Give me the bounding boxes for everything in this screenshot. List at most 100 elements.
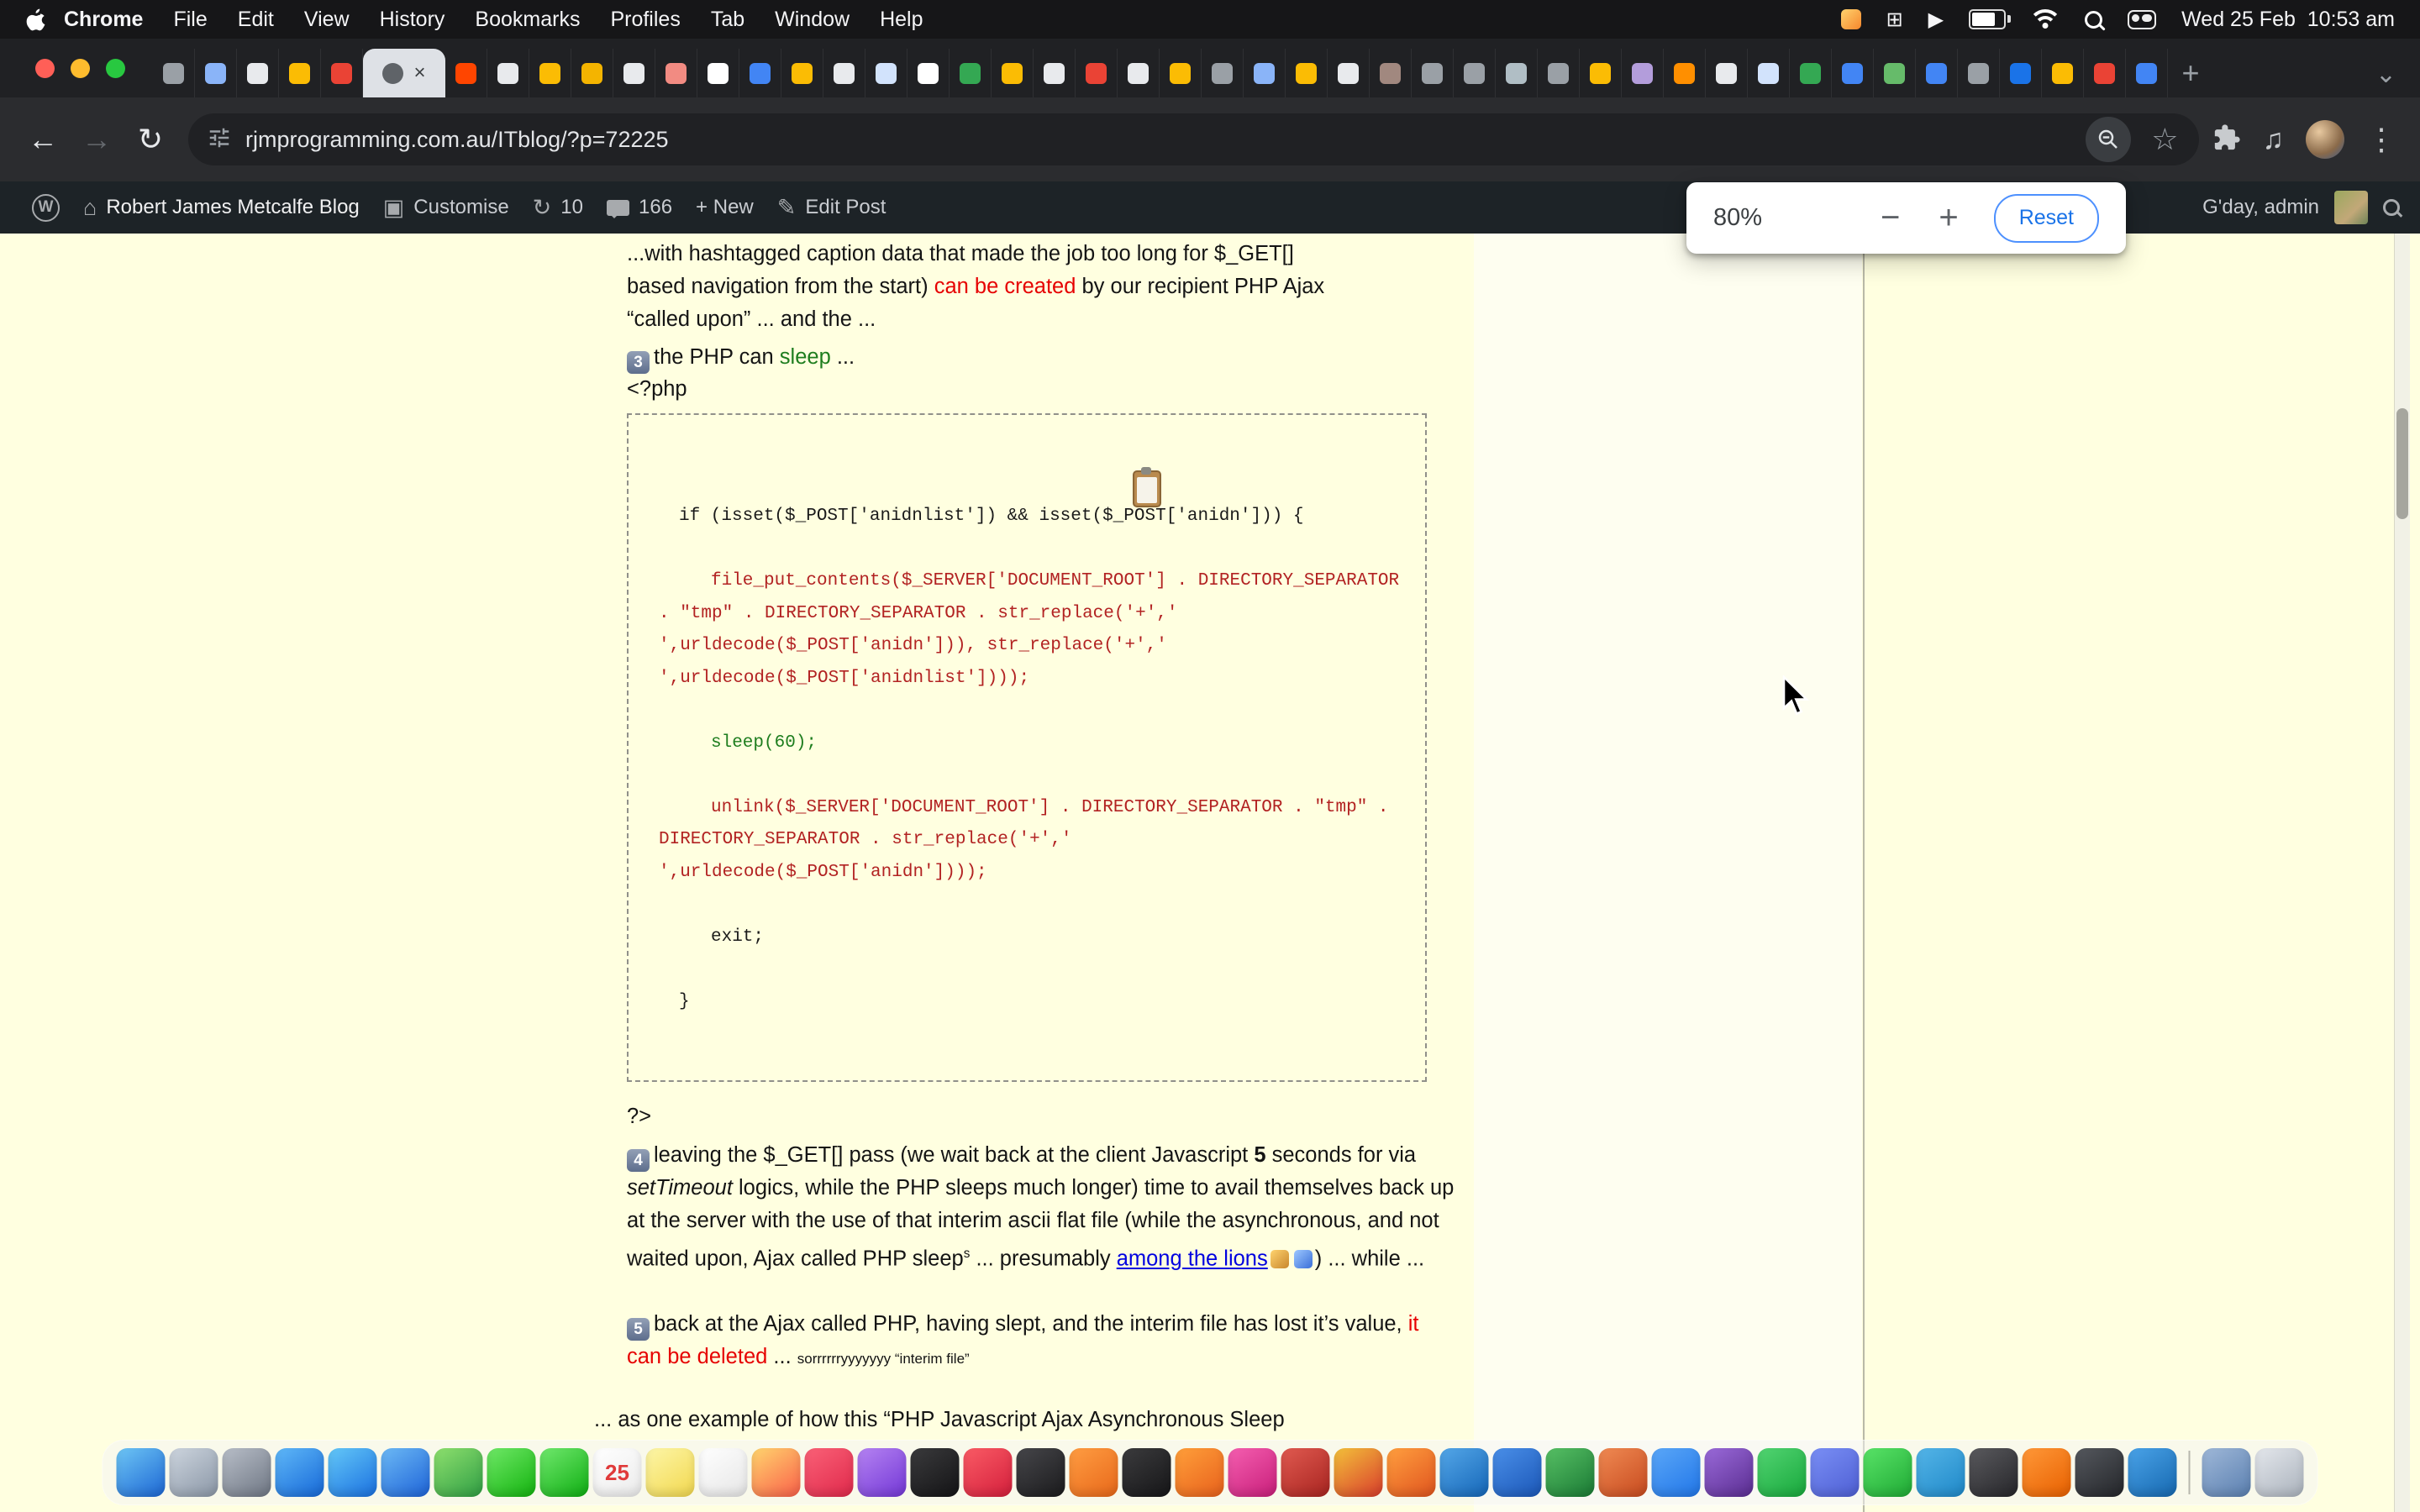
browser-tab[interactable] — [321, 49, 363, 97]
dock-reminders-icon[interactable] — [699, 1448, 748, 1497]
control-center-icon[interactable] — [2128, 10, 2156, 29]
browser-tab[interactable] — [1832, 49, 1874, 97]
admin-search-icon[interactable] — [2383, 199, 2400, 216]
dock-slack-icon[interactable] — [1705, 1448, 1754, 1497]
browser-tab[interactable] — [865, 49, 908, 97]
browser-tab[interactable] — [1328, 49, 1370, 97]
battery-icon[interactable] — [1969, 9, 2006, 29]
admin-bar-updates[interactable]: ↻ 10 — [521, 181, 595, 234]
dock-telegram-icon[interactable] — [1917, 1448, 1965, 1497]
browser-tab[interactable] — [445, 49, 487, 97]
browser-tab[interactable] — [237, 49, 279, 97]
dock-notes-icon[interactable] — [646, 1448, 695, 1497]
dock-powerpoint-icon[interactable] — [1599, 1448, 1648, 1497]
browser-tab[interactable] — [1748, 49, 1790, 97]
forward-button[interactable]: → — [72, 115, 121, 164]
dock-safari-icon[interactable] — [329, 1448, 377, 1497]
admin-bar-edit-post[interactable]: ✎ Edit Post — [765, 181, 898, 234]
admin-bar-customise[interactable]: ▣ Customise — [371, 181, 521, 234]
admin-bar-comments[interactable]: 166 — [595, 181, 684, 234]
dock-app-store-icon[interactable] — [276, 1448, 324, 1497]
menu-item-help[interactable]: Help — [880, 8, 923, 32]
tab-search-chevron-icon[interactable]: ⌄ — [2375, 62, 2396, 87]
zoom-indicator-icon[interactable] — [2086, 117, 2131, 162]
fullscreen-window-button[interactable] — [106, 59, 125, 78]
dock-calendar-icon[interactable]: 25 — [593, 1448, 642, 1497]
browser-tab[interactable] — [1244, 49, 1286, 97]
dock-obs-icon[interactable] — [1970, 1448, 2018, 1497]
close-window-button[interactable] — [35, 59, 55, 78]
browser-tab[interactable] — [2126, 49, 2168, 97]
dock-whatsapp-icon[interactable] — [1864, 1448, 1912, 1497]
close-tab-icon[interactable]: × — [413, 63, 425, 83]
admin-greeting[interactable]: G'day, admin — [2202, 196, 2319, 219]
media-controls-icon[interactable]: ♫ — [2263, 123, 2285, 156]
zoom-reset-button[interactable]: Reset — [1994, 194, 2099, 243]
dock-music-icon[interactable] — [805, 1448, 854, 1497]
dock-stocks-icon[interactable] — [1017, 1448, 1065, 1497]
browser-tab[interactable] — [1496, 49, 1538, 97]
browser-tab[interactable] — [1874, 49, 1916, 97]
apple-menu-icon[interactable] — [25, 8, 45, 31]
wifi-icon[interactable] — [2031, 9, 2060, 29]
admin-bar-new[interactable]: + New — [684, 181, 765, 234]
dock-photos-icon[interactable] — [752, 1448, 801, 1497]
menu-item-window[interactable]: Window — [775, 8, 850, 32]
menu-extra-icon[interactable] — [1841, 9, 1861, 29]
browser-tab[interactable] — [697, 49, 739, 97]
back-button[interactable]: ← — [18, 115, 67, 164]
browser-tab[interactable] — [1958, 49, 2000, 97]
dock-calculator-icon[interactable] — [1176, 1448, 1224, 1497]
spotlight-icon[interactable] — [2085, 11, 2102, 29]
browser-menu-icon[interactable]: ⋮ — [2366, 122, 2396, 157]
among-the-lions-link[interactable]: among the lions — [1117, 1247, 1268, 1271]
browser-tab[interactable] — [1790, 49, 1832, 97]
admin-bar-site-name[interactable]: ⌂ Robert James Metcalfe Blog — [71, 181, 371, 234]
dock-filezilla-icon[interactable] — [1281, 1448, 1330, 1497]
extensions-puzzle-icon[interactable] — [2212, 123, 2241, 156]
grid-icon[interactable]: ⊞ — [1886, 8, 1903, 32]
dock-word-icon[interactable] — [1493, 1448, 1542, 1497]
play-icon[interactable]: ▶ — [1928, 8, 1944, 32]
browser-tab[interactable] — [529, 49, 571, 97]
browser-tab[interactable] — [571, 49, 613, 97]
url-text[interactable]: rjmprogramming.com.au/ITblog/?p=72225 — [245, 127, 2072, 153]
dock-terminal-icon[interactable] — [1123, 1448, 1171, 1497]
bookmark-star-icon[interactable]: ☆ — [2144, 122, 2185, 157]
browser-tab[interactable] — [655, 49, 697, 97]
browser-tab[interactable] — [992, 49, 1034, 97]
browser-tab[interactable] — [1538, 49, 1580, 97]
new-tab-button[interactable]: + — [2168, 49, 2213, 97]
dock-vscode-icon[interactable] — [1440, 1448, 1489, 1497]
wp-logo-menu[interactable]: W — [20, 181, 71, 234]
browser-tab[interactable] — [279, 49, 321, 97]
browser-tab[interactable] — [1622, 49, 1664, 97]
dock-mail-icon[interactable] — [381, 1448, 430, 1497]
menu-clock[interactable]: Wed 25 Feb 10:53 am — [2181, 8, 2395, 32]
browser-tab[interactable] — [1160, 49, 1202, 97]
browser-tab[interactable] — [2042, 49, 2084, 97]
menu-item-history[interactable]: History — [380, 8, 445, 32]
minimize-window-button[interactable] — [71, 59, 90, 78]
browser-tab[interactable] — [908, 49, 950, 97]
zoom-out-button[interactable]: − — [1876, 199, 1905, 237]
menu-item-edit[interactable]: Edit — [238, 8, 274, 32]
menu-item-file[interactable]: File — [173, 8, 207, 32]
browser-tab[interactable] — [1118, 49, 1160, 97]
browser-tab[interactable] — [153, 49, 195, 97]
dock-news-icon[interactable] — [964, 1448, 1013, 1497]
dock-zoom-icon[interactable] — [1652, 1448, 1701, 1497]
dock-books-icon[interactable] — [1070, 1448, 1118, 1497]
reload-button[interactable]: ↻ — [126, 115, 175, 164]
dock-docker-icon[interactable] — [2128, 1448, 2177, 1497]
menu-item-view[interactable]: View — [304, 8, 350, 32]
browser-tab[interactable] — [1664, 49, 1706, 97]
menu-item-profiles[interactable]: Profiles — [610, 8, 680, 32]
dock-messages-icon[interactable] — [487, 1448, 536, 1497]
browser-tab[interactable] — [781, 49, 823, 97]
dock-trash-icon[interactable] — [2255, 1448, 2304, 1497]
menu-app-name[interactable]: Chrome — [64, 8, 143, 32]
active-tab[interactable]: × — [363, 49, 445, 97]
address-bar[interactable]: rjmprogramming.com.au/ITblog/?p=72225 ☆ — [188, 113, 2199, 165]
dock-firefox-icon[interactable] — [1387, 1448, 1436, 1497]
